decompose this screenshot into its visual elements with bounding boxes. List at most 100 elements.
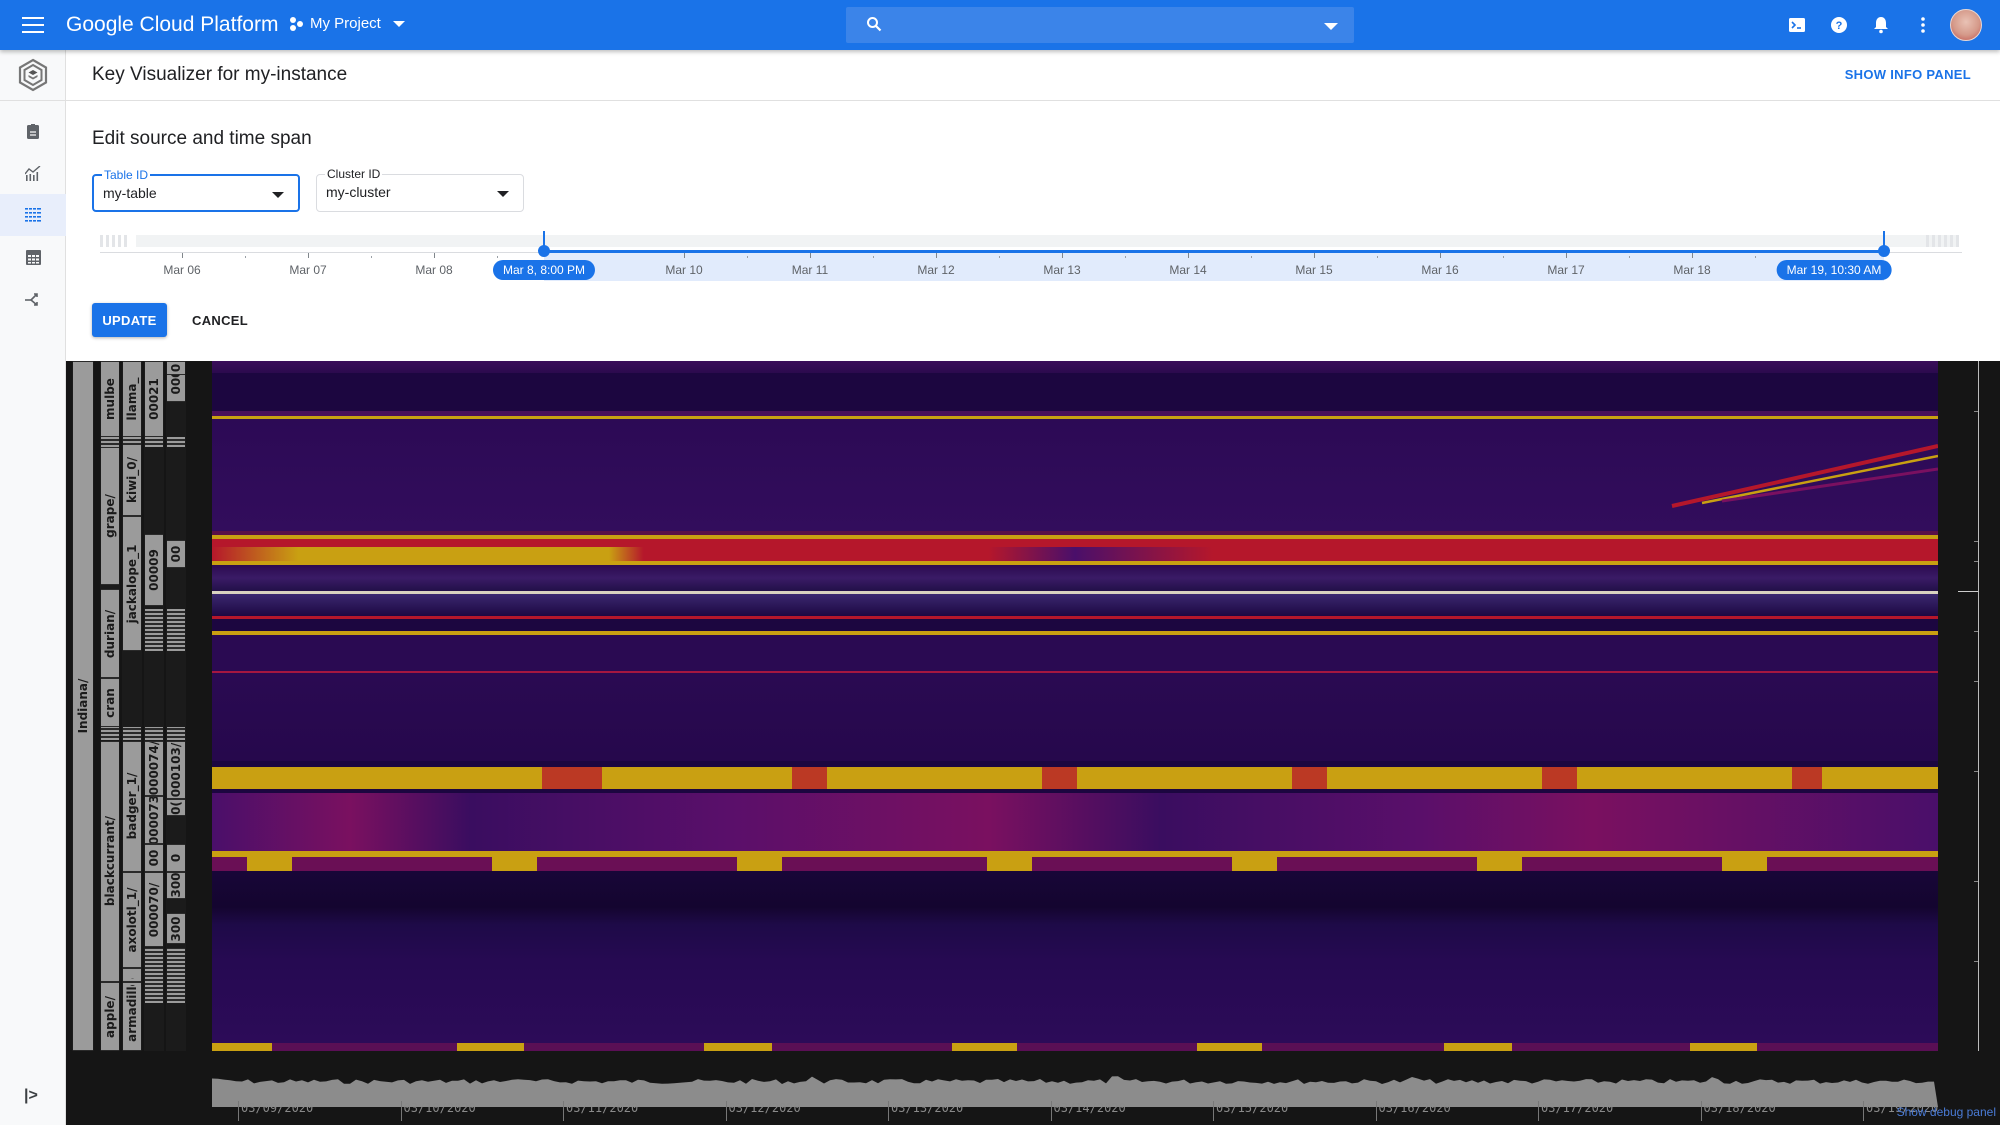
timeline-minor-tick [497,256,498,258]
search-dropdown-icon[interactable] [1324,23,1338,30]
timeline-end-chip[interactable]: Mar 19, 10:30 AM [1776,260,1892,280]
key-prefix-segment[interactable]: blackcurrant/ [101,740,119,982]
key-prefix-segment[interactable]: Indiana/ [73,361,93,1051]
replication-icon [25,293,38,306]
key-prefix-label: grape/ [103,494,117,539]
time-axis-label: 03/17/2020 [1538,1101,1613,1121]
cluster-id-select[interactable]: Cluster ID my-cluster [316,167,524,212]
top-app-bar: Google Cloud Platform My Project ? [0,0,2000,50]
key-dense-prefixes [145,947,163,1003]
sidebar-item-tables[interactable] [0,236,66,278]
timeline-tick [810,253,811,258]
key-prefix-segment[interactable]: 000073 [145,795,163,844]
timeline-end-handle[interactable] [1878,245,1890,257]
show-info-panel-button[interactable]: SHOW INFO PANEL [1845,67,1971,82]
sidebar-item-key-visualizer[interactable] [0,194,66,236]
cloud-shell-button[interactable] [1776,9,1818,41]
key-prefix-segment[interactable]: 00021 [145,361,163,437]
key-prefix-segment[interactable]: 000074/ [145,740,163,796]
key-dense-prefixes [101,726,119,741]
page-header: Key Visualizer for my-instance SHOW INFO… [66,50,2000,101]
timeline-date-label: Mar 11 [791,263,829,277]
brand-title[interactable]: Google Cloud Platform [66,13,278,37]
key-prefix-segment[interactable]: kiwi_0/ [123,443,141,517]
key-prefix-segment[interactable]: axolotl_1/ [123,871,141,969]
more-vert-icon [1921,17,1925,33]
key-dense-prefixes [167,609,185,651]
notifications-button[interactable] [1860,9,1902,41]
heatmap-icon [25,208,41,222]
more-options-button[interactable] [1902,9,1944,41]
key-prefix-segment[interactable]: mulbe [101,361,119,437]
key-prefix-label: 000074/ [147,740,161,796]
sidebar-item-monitoring[interactable] [0,152,66,194]
avatar[interactable] [1950,9,1982,41]
timeline-minor-tick [245,256,246,258]
timeline-start-handle[interactable] [538,245,550,257]
key-dense-prefixes [101,978,119,986]
help-button[interactable]: ? [1818,9,1860,41]
edit-source-panel: Edit source and time span Table ID my-ta… [66,101,2000,361]
timeline-minor-tick [1125,256,1126,258]
edit-section-title: Edit source and time span [92,128,312,149]
time-axis-label: 03/15/2020 [1213,1101,1288,1121]
time-axis-label: 03/14/2020 [1050,1101,1126,1121]
key-prefix-segment[interactable]: 00 [167,540,185,568]
key-visualizer-view: Indiana/mulbe grape/durian/cran blackcurra… [66,361,2000,1125]
cancel-button[interactable]: CANCEL [182,303,258,337]
timeline-tick [1566,253,1567,258]
update-button[interactable]: UPDATE [92,303,167,337]
key-scale-panel [1938,361,2000,1051]
sidebar-item-replication[interactable] [0,278,66,320]
show-debug-panel-link[interactable]: Show debug panel [1897,1105,1996,1119]
key-prefix-segment[interactable]: 300 [167,913,185,945]
key-dense-prefixes [145,436,163,448]
key-prefix-segment[interactable]: jackalope_1 [123,516,141,651]
key-prefix-label: mulbe [103,377,117,420]
key-prefix-segment[interactable]: 000070/ [145,871,163,948]
timeline-date-label: Mar 12 [917,263,955,277]
time-axis-label: 03/16/2020 [1375,1101,1451,1121]
key-prefix-segment[interactable]: durian/ [101,588,119,679]
key-prefix-segment[interactable]: badger_1/ [123,740,141,872]
project-selector[interactable]: My Project [290,15,405,32]
key-prefix-segment[interactable]: grape/ [101,447,119,586]
bigtable-logo-icon[interactable] [16,58,50,92]
key-prefix-segment[interactable]: 0 [167,361,185,375]
timeline-start-chip[interactable]: Mar 8, 8:00 PM [492,260,596,280]
key-column-level-2: mulbe grape/durian/cran blackcurrant/apple… [100,361,120,1051]
timeline-selection-bar[interactable] [544,250,1884,253]
key-dense-prefixes [167,436,185,448]
expand-sidebar-icon[interactable]: |> [24,1087,38,1105]
time-axis-label: 03/13/2020 [888,1101,963,1121]
key-prefix-label: 000103/ [169,742,183,798]
key-prefix-segment[interactable]: cran [101,678,119,727]
sidebar-item-overview[interactable] [0,110,66,152]
timeline-unavailable-left [100,235,130,247]
key-prefix-segment[interactable]: 00009 [145,533,163,606]
table-id-select[interactable]: Table ID my-table [92,168,300,212]
timeline-date-label: Mar 13 [1043,263,1081,277]
time-axis-label: 03/09/2020 [238,1101,313,1121]
notifications-icon [1874,17,1888,34]
key-scale-marker[interactable] [1958,591,1978,592]
key-prefix-segment[interactable]: 0( [167,799,185,817]
timeline-track[interactable] [136,235,1956,247]
key-prefix-segment[interactable]: llama_ [123,361,141,437]
time-axis-label: 03/11/2020 [563,1101,638,1121]
timeline-date-label: Mar 16 [1421,263,1459,277]
chevron-down-icon [497,191,509,197]
time-span-slider[interactable]: Mar 8, 8:00 PM Mar 19, 10:30 AM Mar 06 Ma… [100,229,2000,289]
key-prefix-segment[interactable]: 300 [167,871,185,900]
key-prefix-segment[interactable]: 0 [167,844,185,872]
menu-icon[interactable] [20,12,46,38]
key-scale-tick [1974,631,1978,632]
key-scale-tick [1974,771,1978,772]
key-prefix-segment[interactable]: 00 [145,844,163,872]
key-prefix-label: cran [103,687,117,718]
key-prefix-segment[interactable]: 000103/ [167,740,185,800]
key-prefix-label: 0 [169,363,183,373]
search-input[interactable] [846,7,1354,43]
key-prefix-segment[interactable]: apple/ [101,982,119,1051]
heatmap[interactable] [212,361,1938,1051]
